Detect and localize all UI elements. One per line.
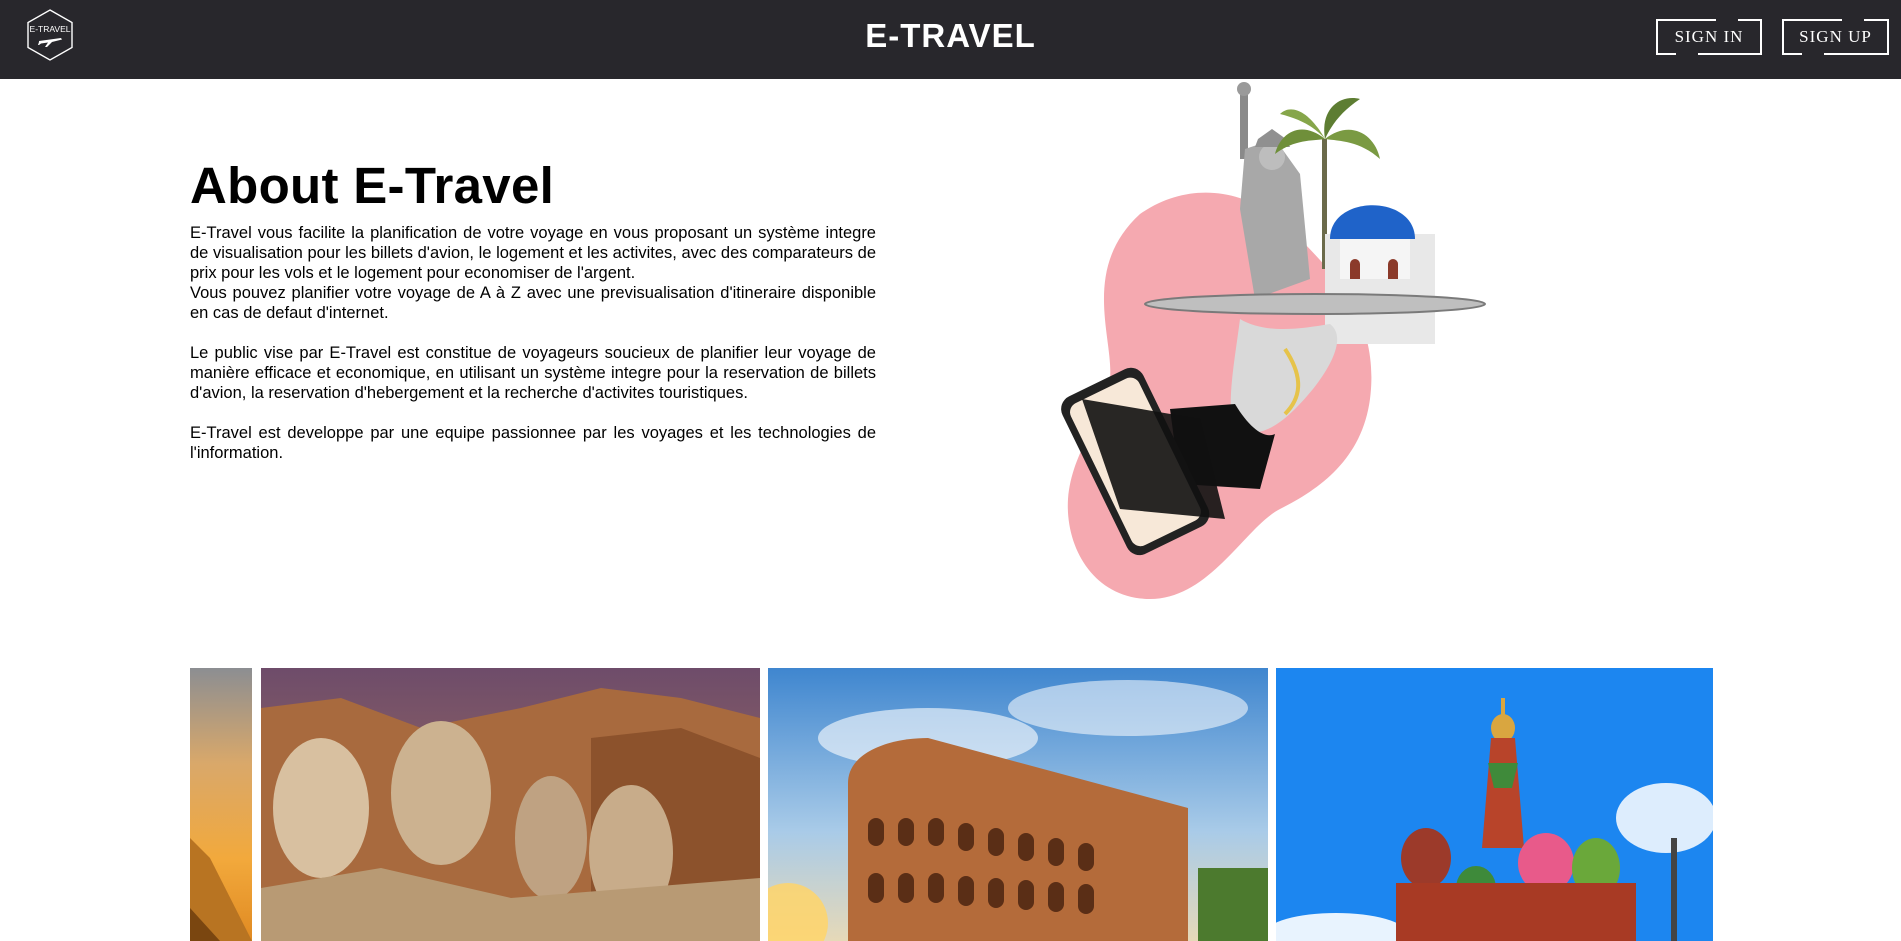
gallery-image-mount-rushmore[interactable]	[261, 668, 760, 941]
santorini-church-icon	[1325, 205, 1435, 344]
about-section: About E-Travel E-Travel vous facilite la…	[190, 155, 876, 463]
sign-up-label: SIGN UP	[1799, 27, 1872, 46]
silver-tray	[1144, 293, 1486, 315]
gallery-image-pyramids[interactable]	[190, 668, 252, 941]
about-title: About E-Travel	[190, 157, 555, 214]
sign-in-button[interactable]: SIGN IN	[1656, 18, 1762, 56]
gallery-image-colosseum[interactable]	[768, 668, 1268, 941]
gallery-image-saint-basils-cathedral[interactable]	[1276, 668, 1713, 941]
brand-title: E-TRAVEL	[865, 17, 1036, 54]
sign-in-label: SIGN IN	[1674, 27, 1744, 46]
about-paragraph-3: E-Travel est developpe par une equipe pa…	[190, 424, 876, 462]
sign-up-button[interactable]: SIGN UP	[1782, 18, 1889, 56]
about-paragraph-1a: E-Travel vous facilite la planification …	[190, 224, 876, 282]
about-paragraph-2: Le public vise par E-Travel est constitu…	[190, 344, 876, 402]
navbar: E-TRAVEL E-TRAVEL SIGN IN SIGN UP	[0, 0, 1901, 79]
destination-gallery	[190, 668, 1713, 941]
travel-illustration	[1050, 79, 1500, 604]
about-paragraph-1b: Vous pouvez planifier votre voyage de A …	[190, 284, 876, 322]
